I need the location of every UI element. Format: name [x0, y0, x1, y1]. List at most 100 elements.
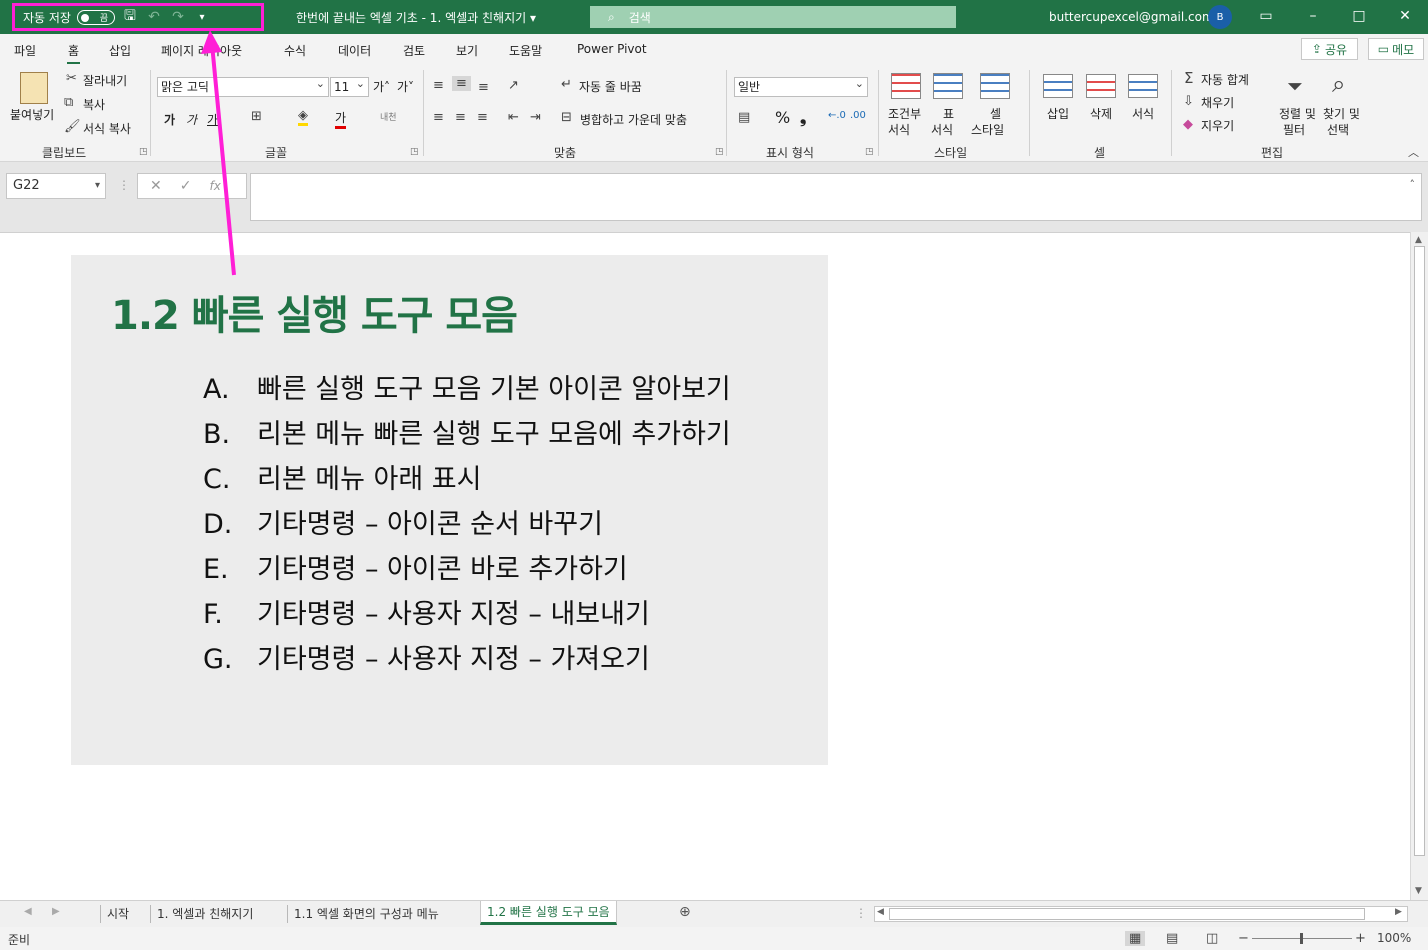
increase-decimal-icon[interactable]: ←.0: [828, 110, 846, 121]
delete-cells-button[interactable]: 삭제: [1090, 105, 1112, 122]
fill-button[interactable]: 채우기: [1201, 94, 1234, 111]
autosave-toggle[interactable]: 끔: [76, 9, 115, 25]
tab-page-layout[interactable]: 페이지 레이아웃: [161, 42, 242, 59]
tab-data[interactable]: 데이터: [338, 42, 371, 59]
align-right-icon[interactable]: ≡: [477, 110, 488, 125]
zoom-slider[interactable]: [1252, 933, 1352, 944]
insert-cells-icon[interactable]: [1043, 74, 1073, 98]
merge-center-button[interactable]: 병합하고 가운데 맞춤: [580, 111, 687, 128]
zoom-out-icon[interactable]: −: [1238, 931, 1249, 946]
alignment-launcher-icon[interactable]: ◳: [715, 147, 724, 157]
normal-view-icon[interactable]: ▦: [1125, 931, 1146, 946]
formula-input[interactable]: ˄: [250, 173, 1422, 221]
search-box[interactable]: ⌕ 검색: [590, 6, 956, 28]
tab-help[interactable]: 도움말: [509, 42, 542, 59]
sort-filter-icon[interactable]: ⏷: [1287, 74, 1303, 98]
zoom-in-icon[interactable]: +: [1355, 931, 1366, 946]
align-bottom-icon[interactable]: ≡: [478, 80, 489, 95]
next-sheet-icon[interactable]: ▶: [52, 906, 60, 917]
cell-styles-icon[interactable]: [980, 73, 1010, 99]
prev-sheet-icon[interactable]: ◀: [24, 906, 32, 917]
phonetic-icon[interactable]: 내천: [380, 110, 397, 123]
cell-styles-label-2[interactable]: 스타일: [971, 121, 1004, 138]
delete-cells-icon[interactable]: [1086, 74, 1116, 98]
conditional-formatting-label-2[interactable]: 서식: [888, 121, 910, 138]
expand-formula-bar-icon[interactable]: ˄: [1410, 178, 1416, 191]
tab-formulas[interactable]: 수식: [284, 42, 306, 59]
tab-view[interactable]: 보기: [456, 42, 478, 59]
format-as-table-label-2[interactable]: 서식: [931, 121, 953, 138]
horizontal-scroll-thumb[interactable]: [889, 908, 1365, 920]
sheet-tab-1[interactable]: 1. 엑셀과 친해지기: [150, 905, 259, 923]
vertical-scroll-thumb[interactable]: [1414, 246, 1425, 856]
cut-button[interactable]: 잘라내기: [83, 72, 127, 89]
comma-style-icon[interactable]: ❟: [800, 108, 806, 128]
worksheet-area[interactable]: 1.2 빠른 실행 도구 모음 A. 빠른 실행 도구 모음 기본 아이콘 알아보…: [0, 232, 1410, 900]
grow-font-icon[interactable]: 가˄: [373, 78, 390, 95]
undo-icon[interactable]: ↶: [145, 9, 163, 25]
clear-button[interactable]: 지우기: [1201, 117, 1234, 134]
redo-icon[interactable]: ↷: [169, 9, 187, 25]
tab-review[interactable]: 검토: [403, 42, 425, 59]
sort-filter-label-1[interactable]: 정렬 및: [1279, 105, 1316, 122]
font-size-select[interactable]: 11: [330, 75, 369, 97]
scroll-up-icon[interactable]: ▲: [1415, 235, 1422, 245]
add-sheet-icon[interactable]: ⊕: [679, 904, 691, 920]
insert-function-icon[interactable]: fx: [209, 179, 220, 193]
avatar[interactable]: B: [1208, 5, 1232, 29]
vertical-scrollbar[interactable]: ▲ ▼: [1410, 232, 1428, 900]
sheet-tab-start[interactable]: 시작: [100, 905, 135, 923]
minimize-icon[interactable]: –: [1303, 6, 1323, 26]
fill-color-icon[interactable]: ◈: [298, 108, 308, 126]
number-launcher-icon[interactable]: ◳: [865, 147, 874, 157]
format-as-table-icon[interactable]: [933, 73, 963, 99]
sheet-tab-1-1[interactable]: 1.1 엑셀 화면의 구성과 메뉴: [287, 905, 445, 923]
customize-qat-icon[interactable]: ▾: [193, 12, 211, 23]
shrink-font-icon[interactable]: 가˅: [397, 78, 414, 95]
cell-styles-label-1[interactable]: 셀: [990, 105, 1001, 122]
maximize-icon[interactable]: □: [1349, 6, 1369, 26]
scroll-right-icon[interactable]: ▶: [1395, 907, 1402, 917]
conditional-formatting-label-1[interactable]: 조건부: [888, 105, 921, 122]
paste-button[interactable]: 붙여넣기: [10, 106, 54, 123]
paste-icon[interactable]: [20, 72, 48, 104]
find-select-label-1[interactable]: 찾기 및: [1323, 105, 1360, 122]
share-button[interactable]: ⇪ 공유: [1301, 38, 1358, 60]
align-left-icon[interactable]: ≡: [433, 110, 444, 125]
align-middle-icon[interactable]: ≡: [452, 76, 471, 91]
font-launcher-icon[interactable]: ◳: [410, 147, 419, 157]
number-format-select[interactable]: 일반: [734, 75, 868, 97]
tab-insert[interactable]: 삽입: [109, 42, 131, 59]
format-painter-button[interactable]: 서식 복사: [83, 120, 131, 137]
page-layout-view-icon[interactable]: ▤: [1166, 931, 1178, 946]
accounting-format-icon[interactable]: ▤: [738, 110, 750, 125]
align-center-icon[interactable]: ≡: [455, 110, 466, 125]
name-box[interactable]: G22: [6, 173, 106, 199]
autosum-button[interactable]: 자동 합계: [1201, 71, 1249, 88]
scroll-left-icon[interactable]: ◀: [877, 907, 884, 917]
format-as-table-label-1[interactable]: 표: [943, 105, 954, 122]
memo-button[interactable]: ▭ 메모: [1368, 38, 1424, 60]
font-color-icon[interactable]: 가: [335, 109, 347, 129]
borders-icon[interactable]: ⊞: [251, 109, 262, 124]
increase-indent-icon[interactable]: ⇥: [530, 110, 541, 125]
collapse-ribbon-icon[interactable]: ︿: [1408, 144, 1419, 160]
bold-icon[interactable]: 가: [164, 111, 175, 128]
orientation-icon[interactable]: ↗: [508, 78, 519, 93]
document-title[interactable]: 한번에 끝내는 엑셀 기초 - 1. 엑셀과 친해지기 ▾: [296, 9, 536, 26]
tab-split-grip-icon[interactable]: ⋮: [855, 906, 867, 920]
wrap-text-button[interactable]: 자동 줄 바꿈: [579, 78, 642, 95]
format-cells-button[interactable]: 서식: [1132, 105, 1154, 122]
clipboard-launcher-icon[interactable]: ◳: [139, 147, 148, 157]
tab-power-pivot[interactable]: Power Pivot: [577, 42, 647, 56]
sheet-tab-1-2[interactable]: 1.2 빠른 실행 도구 모음: [480, 901, 617, 925]
percent-style-icon[interactable]: %: [775, 108, 790, 127]
format-cells-icon[interactable]: [1128, 74, 1158, 98]
copy-button[interactable]: 복사: [83, 96, 105, 113]
insert-cells-button[interactable]: 삽입: [1047, 105, 1069, 122]
decrease-indent-icon[interactable]: ⇤: [508, 110, 519, 125]
find-select-icon[interactable]: ⌕: [1332, 70, 1345, 98]
enter-icon[interactable]: ✓: [180, 178, 192, 194]
account-email[interactable]: buttercupexcel@gmail.com: [1049, 10, 1214, 24]
cancel-icon[interactable]: ✕: [150, 178, 162, 194]
